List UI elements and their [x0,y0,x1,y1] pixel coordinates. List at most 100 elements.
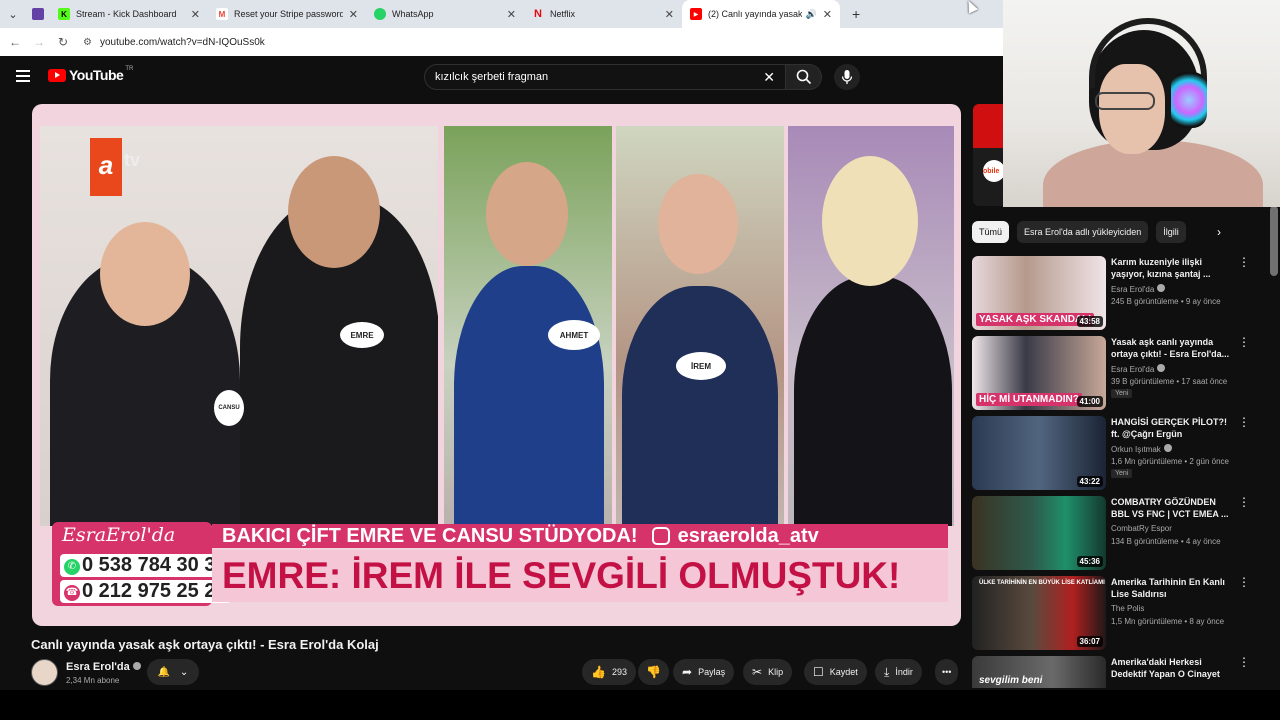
close-icon[interactable]: ✕ [349,8,358,21]
more-horizontal-icon: ••• [942,667,952,677]
download-button[interactable]: ⤓ İndir [875,659,922,685]
subscriber-count: 2,34 Mn abone [66,676,120,685]
recommendation-channel[interactable]: Esra Erol'da [1111,284,1166,294]
video-thumbnail[interactable]: 43:22 [972,416,1106,490]
more-vertical-icon[interactable]: ⋮ [1238,656,1250,668]
search-button[interactable] [786,64,822,90]
recommendation-channel[interactable]: Orkun Işıtmak [1111,444,1172,454]
video-thumbnail[interactable]: HİÇ Mİ UTANMADIN? 41:00 [972,336,1106,410]
tab-gmail[interactable]: M Reset your Stripe password - n ✕ [208,0,366,28]
tab-twitch-pinned[interactable] [26,0,50,28]
more-actions-button[interactable]: ••• [935,659,959,685]
download-label: İndir [895,667,913,677]
recommendation-item[interactable]: 45:36 COMBATRY GÖZÜNDEN BBL VS FNC | VCT… [972,496,1268,572]
video-thumbnail[interactable]: YASAK AŞK SKANDALI 43:58 [972,256,1106,330]
sidebar-ad[interactable]: obile [973,104,1003,206]
new-tab-icon[interactable]: + [852,6,860,22]
video-thumbnail[interactable]: 45:36 [972,496,1106,570]
video-thumbnail[interactable]: sevgilim beni [972,656,1106,688]
tab-youtube-active[interactable]: ▶ (2) Canlı yayında yasak aşk 🔊 ✕ [682,0,840,28]
close-icon[interactable]: ✕ [507,8,516,21]
tab-netflix[interactable]: N Netflix ✕ [524,0,682,28]
person-emre-head [288,156,380,268]
video-lower-third: EsraErol'da ✆ 0 538 784 30 30 ☎ 0 212 975 … [38,522,948,608]
close-icon[interactable]: ✕ [665,8,674,21]
channel-avatar[interactable] [31,659,58,686]
clear-search-icon[interactable]: ✕ [763,69,775,86]
watch-main: EMRE CANSU AHMET İREM a tv EsraErol'da ✆… [0,100,1003,690]
headline-main-banner: EMRE: İREM İLE SEVGİLİ OLMUŞTUK! [212,550,948,602]
address-bar: ← → ↻ ⚙ youtube.com/watch?v=dN-IQOuSs0k [0,28,1003,56]
verified-icon [1157,284,1166,292]
reload-icon[interactable]: ↻ [51,35,75,49]
recommendation-channel[interactable]: The Polis [1111,604,1144,613]
instagram-handle: esraerolda_atv [677,525,819,547]
more-vertical-icon[interactable]: ⋮ [1238,576,1250,588]
chip-all[interactable]: Tümü [972,221,1010,243]
video-duration: 43:58 [1076,316,1103,327]
gmail-icon: M [216,8,228,20]
more-vertical-icon[interactable]: ⋮ [1238,416,1250,428]
forward-icon[interactable]: → [27,35,51,49]
microphone-icon [841,70,853,84]
recommendation-title[interactable]: HANGİSİ GERÇEK PİLOT?! ft. @Çağrı Ergün [1111,416,1235,440]
tab-whatsapp[interactable]: WhatsApp ✕ [366,0,524,28]
speaker-icon[interactable]: 🔊 [806,9,817,20]
recommendation-meta: 134 B görüntüleme • 4 ay önce [1111,537,1221,546]
url-field[interactable]: ⚙ youtube.com/watch?v=dN-IQOuSs0k [83,31,1003,53]
scissors-icon: ✂ [752,665,763,679]
back-icon[interactable]: ← [3,35,27,49]
recommendation-item[interactable]: sevgilim beni Amerika'daki Herkesi Dedek… [972,656,1268,688]
headline-top-text: BAKICI ÇİFT EMRE VE CANSU STÜDYODA! [222,525,638,547]
netflix-icon: N [534,8,542,20]
voice-search-button[interactable] [834,64,860,90]
video-player[interactable]: EMRE CANSU AHMET İREM a tv EsraErol'da ✆… [32,104,961,626]
channel-name-link[interactable]: Esra Erol'da [66,661,141,673]
recommendation-channel[interactable]: Esra Erol'da [1111,364,1166,374]
clip-button[interactable]: ✂ Klip [743,659,793,685]
recommendation-title[interactable]: Karım kuzeniyle ilişki yaşıyor, kızına ş… [1111,256,1235,280]
dislike-button[interactable]: 👎 [638,659,669,685]
save-button[interactable]: ☐ Kaydet [804,659,867,685]
chevron-right-icon[interactable]: › [1217,225,1221,239]
recommendation-item[interactable]: ÜLKE TARİHİNİN EN BÜYÜK LİSE KATLİAMI 36… [972,576,1268,652]
more-vertical-icon[interactable]: ⋮ [1238,336,1250,348]
chip-from-uploader[interactable]: Esra Erol'da adlı yükleyiciden [1017,221,1149,243]
video-thumbnail[interactable]: ÜLKE TARİHİNİN EN BÜYÜK LİSE KATLİAMI 36… [972,576,1106,650]
sidebar-scrollbar[interactable] [1270,206,1278,276]
atv-logo-suffix: tv [124,150,141,170]
tab-kick[interactable]: K Stream - Kick Dashboard ✕ [50,0,208,28]
recommendation-item[interactable]: HİÇ Mİ UTANMADIN? 41:00 Yasak aşk canlı … [972,336,1268,412]
recommendation-title[interactable]: COMBATRY GÖZÜNDEN BBL VS FNC | VCT EMEA … [1111,496,1235,520]
recommendation-title[interactable]: Amerika'daki Herkesi Dedektif Yapan O Ci… [1111,656,1235,680]
share-button[interactable]: ➦ Paylaş [673,659,735,685]
thumbnail-caption: HİÇ Mİ UTANMADIN? [976,393,1082,406]
webcam-person-body [1043,140,1263,207]
country-code: TR [125,66,134,72]
menu-icon[interactable] [16,70,30,82]
close-icon[interactable]: ✕ [191,8,200,21]
search-input[interactable]: kızılcık şerbeti fragman ✕ [424,64,786,90]
recommendation-item[interactable]: YASAK AŞK SKANDALI 43:58 Karım kuzeniyle… [972,256,1268,332]
phone-icon: ☎ [64,585,80,601]
close-icon[interactable]: ✕ [823,8,832,21]
recommendation-channel[interactable]: CombatRy Espor [1111,524,1172,533]
video-duration: 43:22 [1076,476,1103,487]
logo-text: YouTube [69,67,124,83]
notification-button[interactable]: 🔔 ⌄ [147,659,199,685]
name-tag: AHMET [548,320,600,350]
recommendation-item[interactable]: 43:22 HANGİSİ GERÇEK PİLOT?! ft. @Çağrı … [972,416,1268,492]
tab-search-icon[interactable]: ⌄ [0,0,26,28]
new-badge: Yeni [1111,389,1133,398]
webcam-overlay [1003,0,1280,207]
download-icon: ⤓ [884,664,890,679]
recommendation-title[interactable]: Yasak aşk canlı yayında ortaya çıktı! - … [1111,336,1235,360]
more-vertical-icon[interactable]: ⋮ [1238,256,1250,268]
site-info-icon[interactable]: ⚙ [83,37,92,48]
youtube-logo[interactable]: YouTube TR [48,66,134,83]
more-vertical-icon[interactable]: ⋮ [1238,496,1250,508]
phone-number: 0 538 784 30 30 [82,554,227,576]
chip-related[interactable]: İlgili [1156,221,1186,243]
recommendation-title[interactable]: Amerika Tarihinin En Kanlı Lise Saldırıs… [1111,576,1235,600]
like-button[interactable]: 👍 293 [582,659,636,685]
